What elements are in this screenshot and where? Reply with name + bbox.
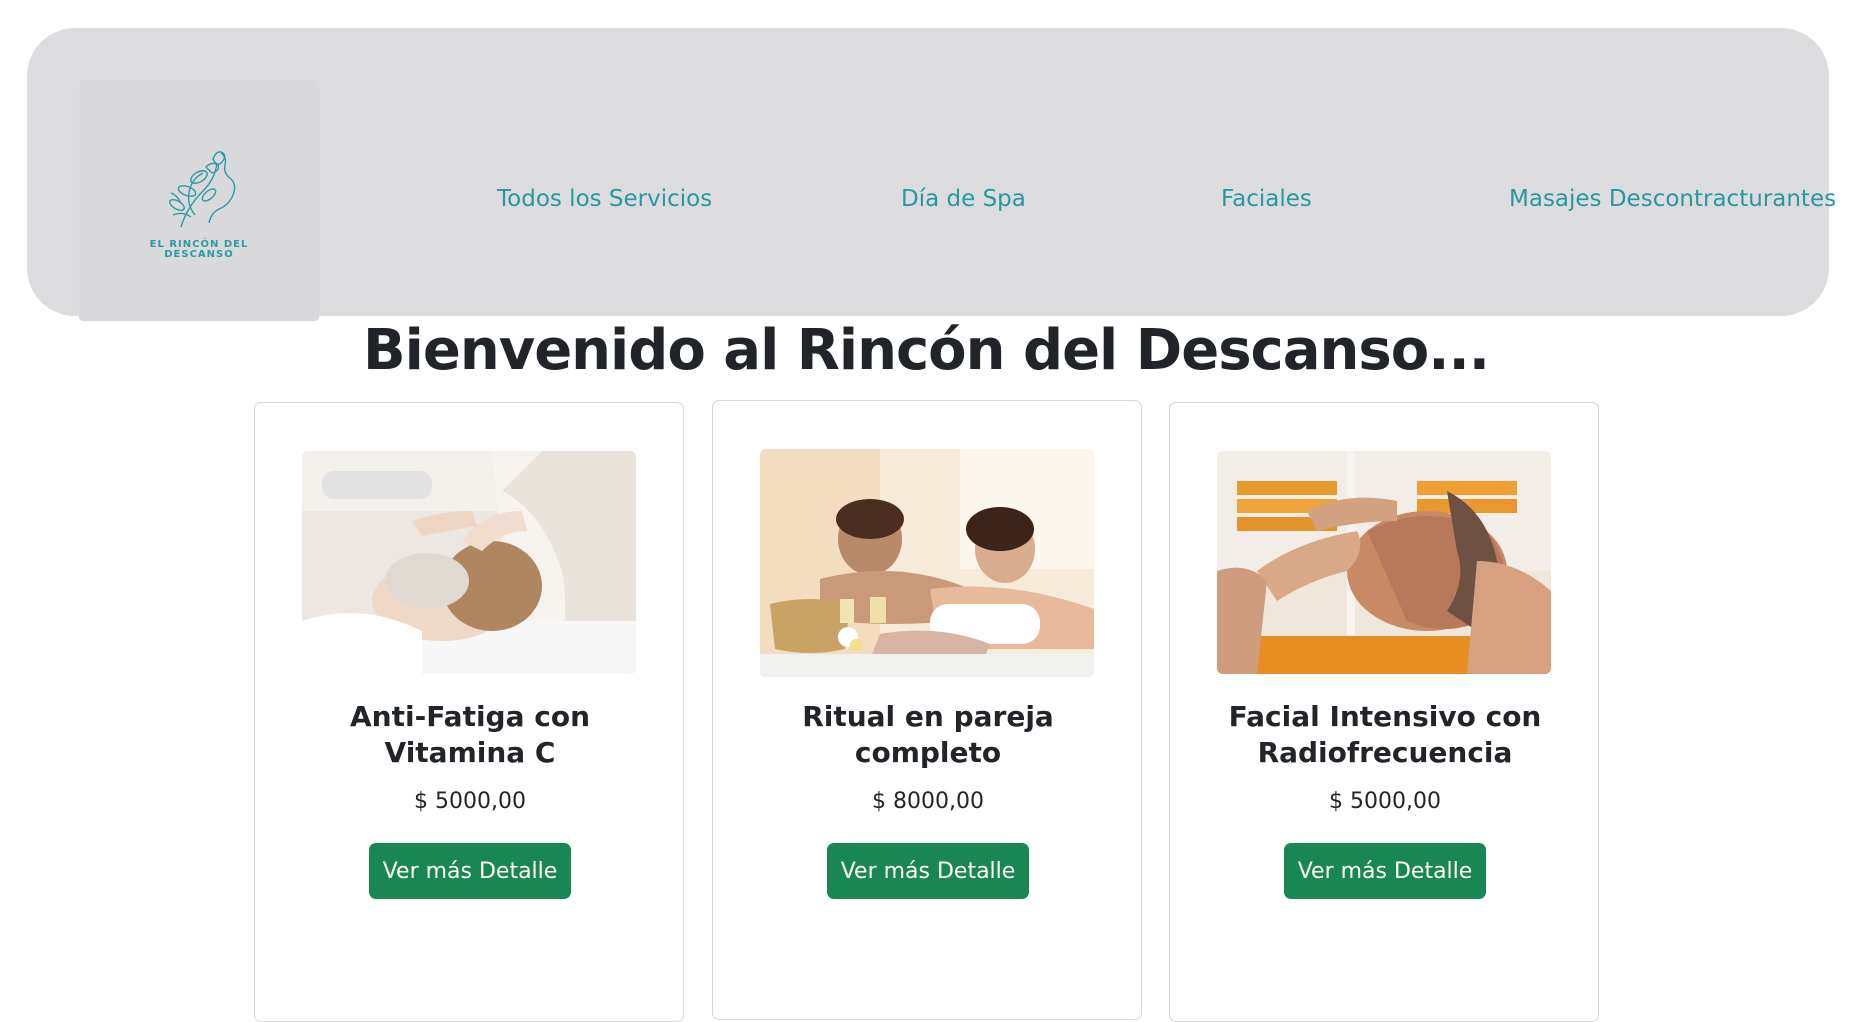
nav-link-faciales[interactable]: Faciales: [1221, 186, 1312, 212]
ver-mas-detalle-button[interactable]: Ver más Detalle: [827, 843, 1029, 899]
card-price: $ 8000,00: [872, 789, 984, 814]
flower-woman-icon: [169, 151, 236, 228]
ver-mas-detalle-button[interactable]: Ver más Detalle: [369, 843, 571, 899]
page-title: Bienvenido al Rincón del Descanso...: [362, 318, 1490, 383]
card-title-line2: Vitamina C: [384, 736, 556, 769]
logo-text-line2: DESCANSO: [164, 249, 234, 260]
service-card-facial-intensivo: Facial Intensivo con Radiofrecuencia $ 5…: [1169, 402, 1599, 1022]
card-title-line2: Radiofrecuencia: [1257, 736, 1513, 769]
card-title-line1: Facial Intensivo con: [1228, 700, 1542, 733]
card-price: $ 5000,00: [414, 789, 526, 814]
couple-massage-photo: [760, 449, 1094, 677]
navbar: EL RINCÓN DEL DESCANSO Todos los Servici…: [27, 28, 1836, 321]
face-massage-photo: [1217, 451, 1551, 674]
nav-link-masajes-descontracturantes[interactable]: Masajes Descontracturantes: [1509, 186, 1836, 212]
card-title-line2: completo: [854, 736, 1002, 769]
service-card-ritual-en-pareja: Ritual en pareja completo $ 8000,00 Ver …: [712, 400, 1142, 1020]
ver-mas-detalle-button[interactable]: Ver más Detalle: [1284, 843, 1486, 899]
card-price: $ 5000,00: [1329, 789, 1441, 814]
facial-treatment-photo: [302, 451, 636, 674]
card-title-line1: Anti-Fatiga con: [349, 700, 591, 733]
card-title-line1: Ritual en pareja: [802, 700, 1054, 733]
nav-link-dia-de-spa[interactable]: Día de Spa: [901, 186, 1026, 212]
brand-logo[interactable]: EL RINCÓN DEL DESCANSO: [79, 81, 319, 321]
service-card-anti-fatiga: Anti-Fatiga con Vitamina C $ 5000,00 Ver…: [254, 402, 684, 1022]
nav-link-todos-los-servicios[interactable]: Todos los Servicios: [497, 186, 712, 212]
